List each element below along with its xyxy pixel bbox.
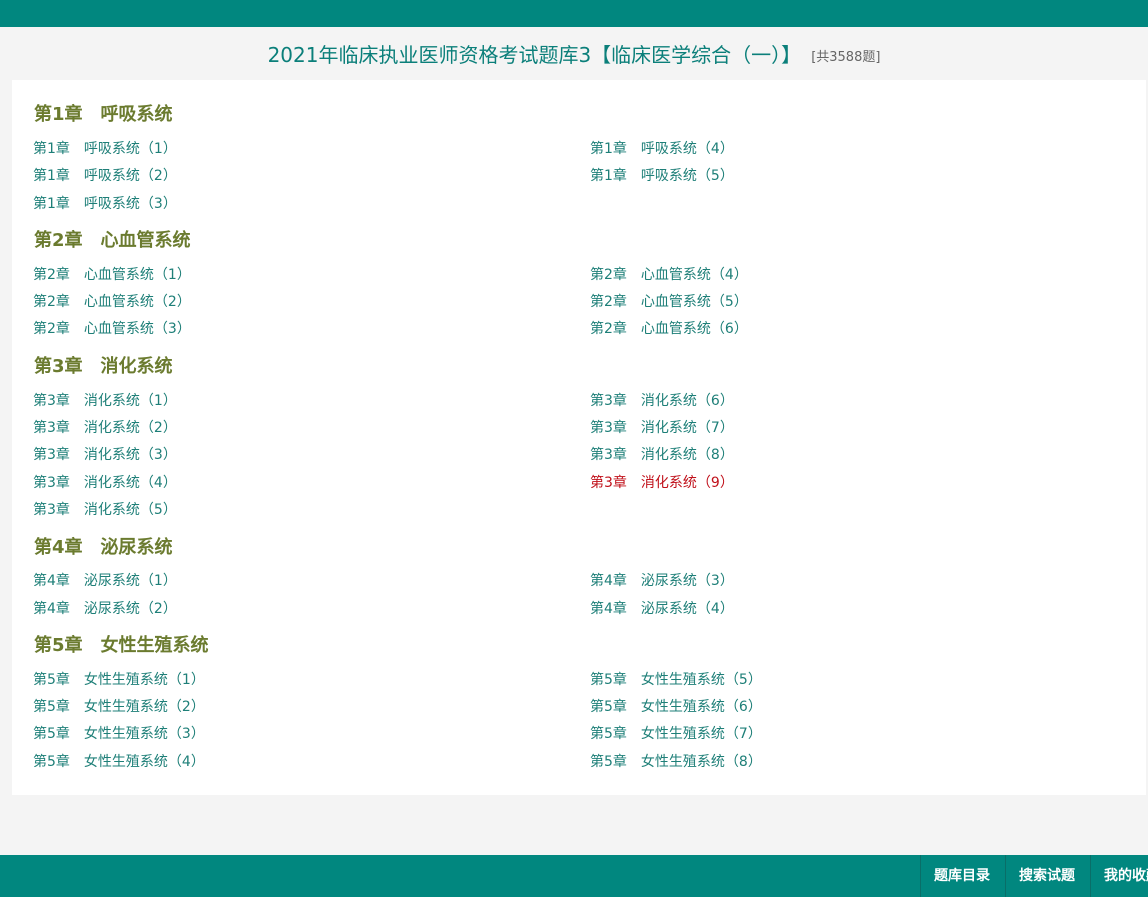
search-questions-button[interactable]: 搜索试题 [1005,855,1091,897]
page-title: 2021年临床执业医师资格考试题库3【临床医学综合（一）】 [267,42,802,67]
section-link-3-7[interactable]: 第3章 消化系统（7） [590,417,734,437]
section-link-5-6[interactable]: 第5章 女性生殖系统（6） [590,696,762,716]
section-link-3-4[interactable]: 第3章 消化系统（4） [33,472,177,492]
section-link-5-3[interactable]: 第5章 女性生殖系统（3） [33,723,205,743]
section-link-3-9-active[interactable]: 第3章 消化系统（9） [590,472,734,492]
section-link-2-4[interactable]: 第2章 心血管系统（4） [590,264,748,284]
section-link-3-6[interactable]: 第3章 消化系统（6） [590,390,734,410]
section-link-5-7[interactable]: 第5章 女性生殖系统（7） [590,723,762,743]
page-header: 2021年临床执业医师资格考试题库3【临床医学综合（一）】 [共3588题] [0,27,1148,79]
section-link-5-1[interactable]: 第5章 女性生殖系统（1） [33,669,205,689]
section-link-1-3[interactable]: 第1章 呼吸系统（3） [33,193,177,213]
section-link-3-8[interactable]: 第3章 消化系统（8） [590,444,734,464]
section-link-2-2[interactable]: 第2章 心血管系统（2） [33,291,191,311]
bottom-nav-bar: 题库目录 搜索试题 我的收藏 [0,855,1148,897]
question-count: [共3588题] [811,49,881,65]
section-link-4-2[interactable]: 第4章 泌尿系统（2） [33,598,177,618]
top-bar [0,0,1148,27]
section-link-3-2[interactable]: 第3章 消化系统（2） [33,417,177,437]
section-link-4-1[interactable]: 第4章 泌尿系统（1） [33,570,177,590]
chapter-heading-5: 第5章 女性生殖系统 [34,635,209,656]
chapter-heading-4: 第4章 泌尿系统 [34,537,173,558]
chapter-list: 第1章 呼吸系统 第1章 呼吸系统（1） 第1章 呼吸系统（2） 第1章 呼吸系… [12,80,1146,795]
section-link-1-2[interactable]: 第1章 呼吸系统（2） [33,165,177,185]
section-link-5-5[interactable]: 第5章 女性生殖系统（5） [590,669,762,689]
chapter-heading-3: 第3章 消化系统 [34,356,173,377]
section-link-2-5[interactable]: 第2章 心血管系统（5） [590,291,748,311]
chapter-heading-1: 第1章 呼吸系统 [34,104,173,125]
section-link-5-2[interactable]: 第5章 女性生殖系统（2） [33,696,205,716]
chapter-heading-2: 第2章 心血管系统 [34,230,191,251]
catalog-button[interactable]: 题库目录 [920,855,1006,897]
section-link-4-3[interactable]: 第4章 泌尿系统（3） [590,570,734,590]
section-link-1-1[interactable]: 第1章 呼吸系统（1） [33,138,177,158]
section-link-1-4[interactable]: 第1章 呼吸系统（4） [590,138,734,158]
section-link-2-6[interactable]: 第2章 心血管系统（6） [590,318,748,338]
section-link-4-4[interactable]: 第4章 泌尿系统（4） [590,598,734,618]
section-link-3-1[interactable]: 第3章 消化系统（1） [33,390,177,410]
section-link-5-8[interactable]: 第5章 女性生殖系统（8） [590,751,762,771]
section-link-3-3[interactable]: 第3章 消化系统（3） [33,444,177,464]
section-link-2-1[interactable]: 第2章 心血管系统（1） [33,264,191,284]
section-link-1-5[interactable]: 第1章 呼吸系统（5） [590,165,734,185]
section-link-2-3[interactable]: 第2章 心血管系统（3） [33,318,191,338]
section-link-3-5[interactable]: 第3章 消化系统（5） [33,499,177,519]
my-favorites-button[interactable]: 我的收藏 [1090,855,1148,897]
section-link-5-4[interactable]: 第5章 女性生殖系统（4） [33,751,205,771]
